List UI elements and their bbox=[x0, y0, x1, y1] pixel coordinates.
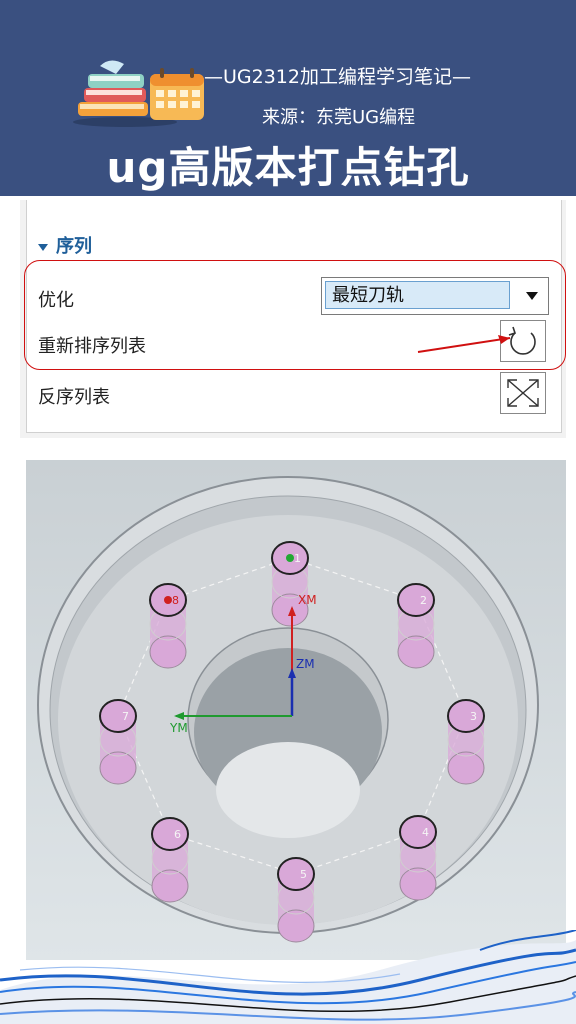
hole-4[interactable]: 4 bbox=[399, 815, 437, 901]
collapse-triangle-icon bbox=[38, 243, 48, 251]
hole-number: 1 bbox=[294, 552, 301, 565]
hole-number: 2 bbox=[420, 594, 427, 607]
axis-xm-label: XM bbox=[298, 593, 317, 607]
section-sequence-header[interactable]: 序列 bbox=[38, 232, 92, 258]
reverse-icon bbox=[507, 379, 539, 407]
reverse-label: 反序列表 bbox=[38, 387, 110, 408]
hole-3[interactable]: 3 bbox=[447, 699, 485, 785]
axis-zm-label: ZM bbox=[296, 657, 315, 671]
books-calendar-logo-icon bbox=[73, 60, 204, 127]
hole-bottom bbox=[149, 635, 187, 669]
hole-top bbox=[397, 583, 435, 617]
start-marker bbox=[286, 554, 294, 562]
bore-bottom bbox=[216, 742, 360, 838]
hole-2[interactable]: 2 bbox=[397, 583, 435, 669]
hole-bottom bbox=[151, 869, 189, 903]
hole-top bbox=[151, 817, 189, 851]
hole-7[interactable]: 7 bbox=[99, 699, 137, 785]
cad-viewport[interactable]: 1 2 3 4 5 6 7 8 XM ZM YM bbox=[26, 460, 566, 960]
end-marker bbox=[164, 596, 172, 604]
hole-number: 5 bbox=[300, 868, 307, 881]
section-title: 序列 bbox=[56, 236, 92, 257]
hole-number: 3 bbox=[470, 710, 477, 723]
hole-bottom bbox=[99, 751, 137, 785]
hole-number: 7 bbox=[122, 710, 129, 723]
hole-number: 8 bbox=[172, 594, 179, 607]
hole-top bbox=[99, 699, 137, 733]
page-title: ug高版本打点钻孔 bbox=[106, 143, 470, 192]
hole-bottom bbox=[399, 867, 437, 901]
banner-source: 来源：东莞UG编程 bbox=[262, 107, 416, 128]
axis-ym-label: YM bbox=[169, 721, 188, 735]
hole-bottom bbox=[397, 635, 435, 669]
hole-top bbox=[277, 857, 315, 891]
hole-bottom bbox=[447, 751, 485, 785]
hole-8[interactable]: 8 bbox=[149, 583, 187, 669]
hole-number: 6 bbox=[174, 828, 181, 841]
hole-top bbox=[447, 699, 485, 733]
hole-top bbox=[399, 815, 437, 849]
hole-number: 4 bbox=[422, 826, 429, 839]
hole-6[interactable]: 6 bbox=[151, 817, 189, 903]
banner-subtitle: —UG2312加工编程学习笔记— bbox=[204, 66, 471, 88]
arrow-annotation-icon bbox=[417, 335, 511, 353]
header-banner: —UG2312加工编程学习笔记— 来源：东莞UG编程 ug高版本打点钻孔 bbox=[0, 0, 576, 196]
reverse-list-button[interactable] bbox=[500, 372, 546, 414]
decorative-waves bbox=[0, 930, 576, 1024]
